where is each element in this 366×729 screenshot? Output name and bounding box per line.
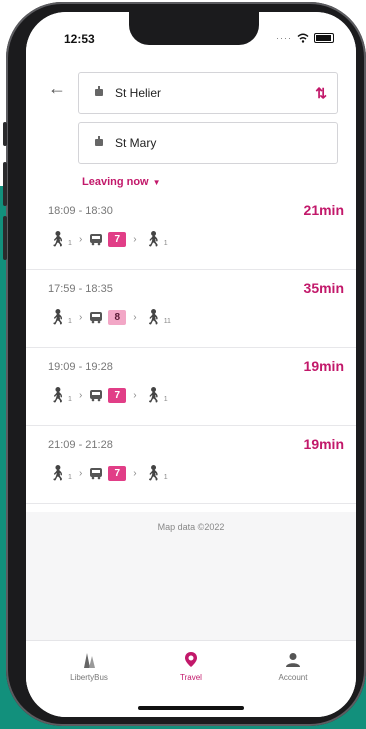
tab-label-travel: Travel [180,673,202,682]
walk-minutes-after: 1 [163,239,168,247]
person-icon [286,653,300,667]
walk-icon: 🚶︎ [143,309,163,326]
location-pin-icon [185,652,197,667]
tab-label-account: Account [278,673,308,682]
bottom-tab-bar: LibertyBus Travel Account [26,640,356,717]
journey-legs: 🚶︎ 1 › 7 › 🚶︎ 1 [48,386,168,404]
walk-icon: 🚶︎ [143,465,163,482]
route-number-badge: 7 [108,387,127,403]
walk-icon: 🚶︎ [143,387,163,404]
tab-label-libertybus: LibertyBus [70,673,108,682]
walk-minutes-after: 11 [163,317,171,325]
walk-icon: 🚶︎ [48,309,68,326]
journey-result-row[interactable]: 17:59 - 18:35 35min 🚶︎ 1 › 8 › 🚶︎ 11 [26,270,356,348]
bus-icon [90,467,103,479]
volume-up-button [3,162,7,206]
journey-time-range: 19:09 - 19:28 [48,361,113,373]
bus-stop-icon [95,136,103,146]
chevron-right-icon: › [133,389,137,401]
battery-icon [314,33,334,43]
walk-minutes-after: 1 [163,473,168,481]
tab-libertybus[interactable]: LibertyBus [44,651,134,682]
origin-field[interactable]: St Helier ⇅ [78,72,338,114]
walk-minutes-before: 1 [68,317,72,325]
journey-time-range: 17:59 - 18:35 [48,283,113,295]
bus-icon [90,311,103,323]
swap-direction-icon[interactable]: ⇅ [315,85,327,102]
libertybus-logo-icon [84,653,95,668]
bus-stop-icon [95,86,103,96]
journey-results-list: 18:09 - 18:30 21min 🚶︎ 1 › 7 › 🚶︎ 1 17:5… [26,192,356,512]
tab-account[interactable]: Account [248,651,338,682]
journey-legs: 🚶︎ 1 › 8 › 🚶︎ 11 [48,308,171,326]
notch [129,12,259,45]
app-screen: 12:53 ···· ← St Helier ⇅ St Mary Leaving… [26,12,356,717]
chevron-right-icon: › [133,233,137,245]
journey-result-row[interactable]: 18:09 - 18:30 21min 🚶︎ 1 › 7 › 🚶︎ 1 [26,192,356,270]
leaving-label: Leaving now [82,176,149,188]
walk-minutes-before: 1 [68,473,72,481]
journey-time-range: 21:09 - 21:28 [48,439,113,451]
route-number-badge: 8 [108,309,127,325]
leaving-time-dropdown[interactable]: Leaving now ▼ [82,176,161,188]
chevron-right-icon: › [133,311,137,323]
journey-result-row[interactable]: 19:09 - 19:28 19min 🚶︎ 1 › 7 › 🚶︎ 1 [26,348,356,426]
journey-search-panel: ← St Helier ⇅ St Mary Leaving now ▼ [26,56,356,192]
journey-time-range: 18:09 - 18:30 [48,205,113,217]
journey-duration: 19min [303,436,344,452]
journey-legs: 🚶︎ 1 › 7 › 🚶︎ 1 [48,230,168,248]
phone-frame: 12:53 ···· ← St Helier ⇅ St Mary Leaving… [3,2,366,726]
journey-legs: 🚶︎ 1 › 7 › 🚶︎ 1 [48,464,168,482]
walk-icon: 🚶︎ [48,387,68,404]
walk-icon: 🚶︎ [48,465,68,482]
status-icons: ···· [276,33,334,43]
status-bar: 12:53 ···· [26,12,356,56]
journey-result-row[interactable]: 21:09 - 21:28 19min 🚶︎ 1 › 7 › 🚶︎ 1 [26,426,356,504]
chevron-right-icon: › [78,467,83,479]
route-number-badge: 7 [108,231,127,247]
tab-travel[interactable]: Travel [146,651,236,682]
back-arrow-icon[interactable]: ← [48,78,66,99]
walk-minutes-after: 1 [163,395,168,403]
map-credit: Map data ©2022 [157,522,225,532]
chevron-right-icon: › [78,233,83,245]
walk-minutes-before: 1 [68,239,72,247]
bus-icon [90,389,103,401]
home-indicator [138,706,244,710]
walk-icon: 🚶︎ [143,231,163,248]
chevron-right-icon: › [133,467,137,479]
journey-duration: 35min [303,280,344,296]
bus-icon [90,233,103,245]
journey-duration: 21min [303,202,344,218]
journey-duration: 19min [303,358,344,374]
route-number-badge: 7 [108,465,127,481]
wifi-icon [297,33,309,43]
chevron-down-icon: ▼ [152,178,161,187]
volume-down-button [3,216,7,260]
chevron-right-icon: › [78,389,83,401]
walk-minutes-before: 1 [68,395,72,403]
destination-label: St Mary [115,136,157,150]
cellular-signal-icon: ···· [276,33,292,43]
chevron-right-icon: › [78,311,83,323]
origin-label: St Helier [115,86,162,100]
destination-field[interactable]: St Mary [78,122,338,164]
status-time: 12:53 [64,32,95,46]
walk-icon: 🚶︎ [48,231,68,248]
mute-switch [3,122,7,146]
